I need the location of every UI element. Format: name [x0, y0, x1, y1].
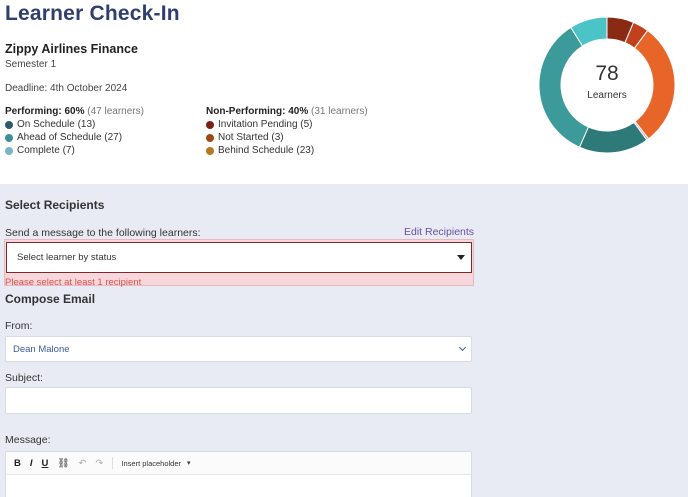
not-started-dot-icon: [206, 133, 214, 142]
bold-button[interactable]: B: [14, 458, 21, 469]
donut-total: 78: [595, 62, 619, 85]
behind-schedule-dot-icon: [206, 146, 214, 155]
edit-recipients-link[interactable]: Edit Recipients: [404, 226, 474, 238]
link-icon[interactable]: ⛓: [57, 458, 69, 469]
performing-legend: Performing: 60% (47 learners) On Schedul…: [5, 106, 144, 156]
legend-item-invitation-pending: Invitation Pending (5): [206, 119, 368, 130]
on-schedule-dot-icon: [5, 120, 13, 129]
organization-name: Zippy Airlines Finance: [5, 42, 138, 56]
legend-item-ahead-of-schedule: Ahead of Schedule (27): [5, 132, 144, 143]
recipient-error-message: Please select at least 1 recipient: [5, 277, 142, 288]
recipient-select-placeholder: Select learner by status: [17, 252, 117, 263]
complete-dot-icon: [5, 146, 13, 155]
ahead-of-schedule-dot-icon: [5, 133, 13, 142]
legend-item-complete: Complete (7): [5, 145, 144, 156]
performing-percent: Performing: 60%: [5, 106, 85, 117]
non-performing-percent: Non-Performing: 40%: [206, 106, 309, 117]
redo-icon[interactable]: ↷: [95, 458, 103, 469]
legend-item-behind-schedule: Behind Schedule (23): [206, 145, 368, 156]
from-select[interactable]: Dean Malone: [5, 336, 472, 362]
subject-label: Subject:: [5, 372, 43, 384]
summary-panel: Learner Check-In Zippy Airlines Finance …: [0, 0, 688, 184]
non-performing-legend: Non-Performing: 40% (31 learners) Invita…: [206, 106, 368, 156]
semester-label: Semester 1: [5, 59, 57, 70]
underline-button[interactable]: U: [42, 458, 49, 469]
toolbar-divider: [112, 457, 114, 469]
insert-placeholder-button[interactable]: Insert placeholder: [121, 459, 181, 468]
non-performing-count: (31 learners): [311, 106, 368, 117]
legend-label: On Schedule (13): [17, 119, 96, 130]
donut-label: Learners: [587, 90, 627, 101]
legend-label: Invitation Pending (5): [218, 119, 313, 130]
performing-header: Performing: 60% (47 learners): [5, 106, 144, 117]
recipients-prompt: Send a message to the following learners…: [5, 227, 201, 239]
from-selected-value: Dean Malone: [13, 344, 70, 355]
message-editor[interactable]: B I U ⛓ ↶ ↷ Insert placeholder ▾: [5, 451, 472, 497]
deadline-label: Deadline: 4th October 2024: [5, 83, 128, 94]
page-title: Learner Check-In: [5, 2, 180, 25]
from-label: From:: [5, 320, 33, 332]
message-label: Message:: [5, 434, 51, 446]
editor-toolbar: B I U ⛓ ↶ ↷ Insert placeholder ▾: [6, 452, 471, 475]
legend-label: Behind Schedule (23): [218, 145, 315, 156]
invitation-pending-dot-icon: [206, 120, 214, 129]
italic-button[interactable]: I: [30, 458, 33, 469]
legend-label: Complete (7): [17, 145, 75, 156]
non-performing-header: Non-Performing: 40% (31 learners): [206, 106, 368, 117]
legend-label: Ahead of Schedule (27): [17, 132, 123, 143]
chevron-down-icon: [458, 343, 467, 352]
performing-count: (47 learners): [87, 106, 144, 117]
undo-icon[interactable]: ↶: [78, 458, 86, 469]
caret-down-icon: [457, 255, 465, 260]
caret-down-icon: ▾: [187, 460, 191, 467]
donut-segment-ahead-of-schedule: [538, 26, 590, 148]
select-recipients-title: Select Recipients: [5, 198, 105, 212]
compose-email-title: Compose Email: [5, 292, 96, 306]
subject-input[interactable]: [5, 387, 472, 414]
donut-segment-on-schedule: [578, 121, 648, 154]
legend-item-not-started: Not Started (3): [206, 132, 368, 143]
legend-item-on-schedule: On Schedule (13): [5, 119, 144, 130]
legend-label: Not Started (3): [218, 132, 284, 143]
recipient-status-select[interactable]: Select learner by status: [6, 242, 472, 273]
